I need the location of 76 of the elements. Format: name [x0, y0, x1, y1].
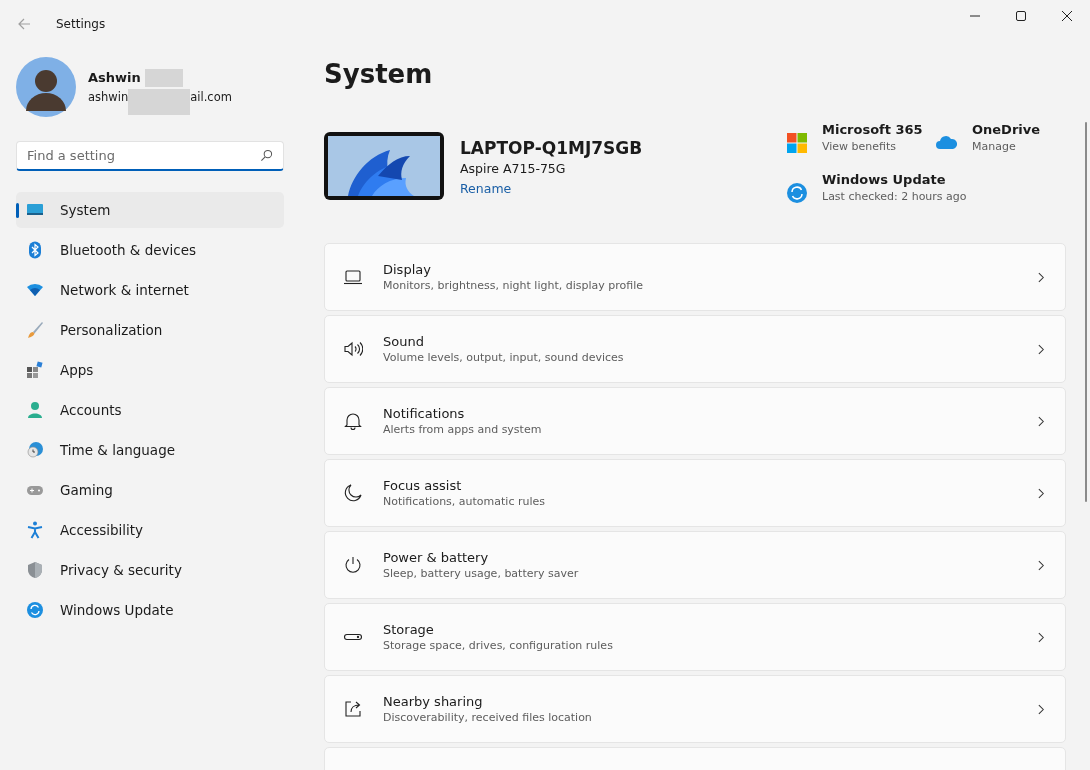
settings-card[interactable]: Sound Volume levels, output, input, sound devices [324, 315, 1066, 383]
chevron-icon [1038, 487, 1045, 499]
card-subtitle: Alerts from apps and system [383, 423, 543, 436]
quick-link-subtitle: Last checked: 2 hours ago [822, 190, 967, 203]
email-end: ail.com [190, 89, 232, 104]
sidebar-item[interactable]: Accounts [16, 392, 284, 428]
settings-card[interactable]: Storage Storage space, drives, configuration rules [324, 603, 1066, 671]
avatar[interactable] [16, 57, 76, 117]
sidebar-item[interactable]: Accessibility [16, 512, 284, 548]
rename-link[interactable]: Rename [460, 178, 643, 200]
sidebar-item[interactable]: Apps [16, 352, 284, 388]
page-title: System [324, 58, 434, 90]
apps-icon [26, 361, 44, 379]
chevron-icon [1038, 271, 1045, 283]
card-subtitle: Storage space, drives, configuration rules [383, 639, 614, 652]
settings-card[interactable]: Display Monitors, brightness, night light, display profile [324, 243, 1066, 311]
card-title: Nearby sharing [383, 694, 484, 709]
quick-link-subtitle: Manage [972, 140, 1017, 153]
window-title: Settings [56, 17, 106, 31]
user-name: Ashwin [88, 70, 141, 85]
card-title: Power & battery [383, 550, 490, 565]
speaker-icon [343, 339, 363, 359]
chevron-icon [1038, 703, 1045, 715]
chevron-icon [1038, 559, 1045, 571]
sidebar-item[interactable]: Privacy & security [16, 552, 284, 588]
device-model: Aspire A715-75G [460, 160, 567, 178]
sidebar-item[interactable]: System [16, 192, 284, 228]
search-field[interactable]: Find a setting [16, 141, 284, 171]
card-title: Storage [383, 622, 435, 637]
card-title: Notifications [383, 406, 466, 421]
quick-link-title[interactable]: Windows Update [822, 172, 967, 187]
chevron-icon [1038, 415, 1045, 427]
share-icon [343, 699, 363, 719]
maximize-icon [1016, 11, 1026, 21]
sync-icon [786, 182, 808, 204]
moon-icon [343, 483, 363, 503]
settings-card[interactable]: Notifications Alerts from apps and system [324, 387, 1066, 455]
search-icon [260, 149, 273, 162]
sidebar-item[interactable]: Personalization [16, 312, 284, 348]
card-title: Sound [383, 334, 425, 349]
card-subtitle: Sleep, battery usage, battery saver [383, 567, 580, 580]
sidebar-item[interactable]: Gaming [16, 472, 284, 508]
bell-icon [343, 411, 363, 431]
clock-globe-icon [26, 441, 44, 459]
bluetooth-icon [26, 241, 44, 259]
card-title: Display [383, 262, 432, 277]
card-subtitle: Monitors, brightness, night light, display profile [383, 279, 645, 292]
scrollbar[interactable] [1085, 122, 1087, 502]
quick-link-title[interactable]: Microsoft 365 [822, 122, 923, 137]
laptop-icon [343, 267, 363, 287]
settings-card[interactable]: Power & battery Sleep, battery usage, battery saver [324, 531, 1066, 599]
four-squares-icon [786, 132, 808, 154]
settings-card[interactable]: Focus assist Notifications, automatic rules [324, 459, 1066, 527]
quick-link-subtitle: View benefits [822, 140, 898, 153]
quick-link-title[interactable]: OneDrive [972, 122, 1041, 137]
card-subtitle: Volume levels, output, input, sound devices [383, 351, 625, 364]
chevron-icon [1038, 631, 1045, 643]
sync-icon [26, 601, 44, 619]
close-icon [1062, 11, 1072, 21]
back-arrow-icon[interactable] [16, 16, 32, 32]
shield-icon [26, 561, 44, 579]
sidebar-item[interactable]: Time & language [16, 432, 284, 468]
email-start: ashwin [88, 89, 129, 104]
chevron-icon [1038, 343, 1045, 355]
sidebar-item[interactable]: Windows Update [16, 592, 284, 628]
card-subtitle: Discoverability, received files location [383, 711, 593, 724]
card-title: Focus assist [383, 478, 463, 493]
sidebar-item[interactable]: Network & internet [16, 272, 284, 308]
power-icon [343, 555, 363, 575]
brush-icon [26, 321, 44, 339]
device-name: LAPTOP-Q1MJ7SGB [460, 137, 643, 160]
settings-card[interactable]: Nearby sharing Discoverability, received files location [324, 675, 1066, 743]
accessibility-icon [26, 521, 44, 539]
sidebar-item[interactable]: Bluetooth & devices [16, 232, 284, 268]
card-subtitle: Notifications, automatic rules [383, 495, 546, 508]
person-icon [26, 401, 44, 419]
